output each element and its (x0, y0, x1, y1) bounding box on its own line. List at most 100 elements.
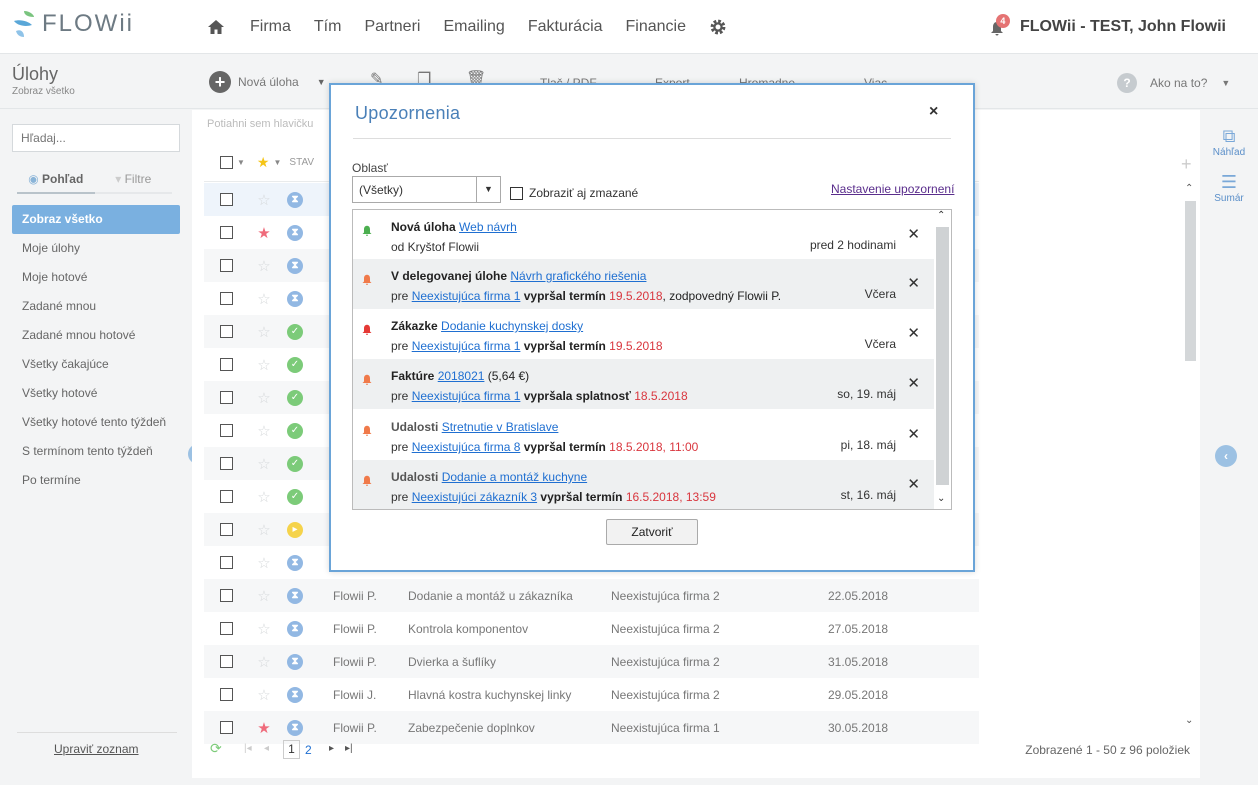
dismiss-icon[interactable]: ✕ (907, 274, 920, 292)
page-2[interactable]: 2 (305, 743, 312, 757)
scroll-up-icon[interactable]: ⌃ (937, 210, 945, 221)
notification-item[interactable]: Udalosti Stretnutie v Bratislave pre Neex… (353, 410, 934, 460)
row-checkbox[interactable] (220, 622, 233, 635)
page-1[interactable]: 1 (283, 740, 300, 759)
row-checkbox[interactable] (220, 226, 233, 239)
select-all-checkbox[interactable] (220, 156, 233, 169)
notification-link[interactable]: Návrh grafického riešenia (510, 269, 646, 283)
star-icon[interactable]: ☆ (257, 686, 271, 704)
area-select[interactable]: (Všetky) ▼ (352, 176, 501, 203)
row-checkbox[interactable] (220, 688, 233, 701)
dismiss-icon[interactable]: ✕ (907, 225, 920, 243)
dismiss-icon[interactable]: ✕ (907, 475, 920, 493)
row-checkbox[interactable] (220, 721, 233, 734)
star-icon[interactable]: ☆ (257, 620, 271, 638)
row-checkbox[interactable] (220, 292, 233, 305)
notification-item[interactable]: Zákazke Dodanie kuchynskej dosky pre Neex… (353, 309, 934, 359)
task-cell[interactable]: Dvierka a šuflíky (408, 655, 611, 669)
last-page-icon[interactable]: ▸| (345, 743, 353, 754)
prev-page-icon[interactable]: ◂ (264, 743, 269, 754)
dismiss-icon[interactable]: ✕ (907, 425, 920, 443)
star-filled-icon[interactable]: ★ (257, 224, 271, 242)
chevron-down-icon[interactable]: ▼ (317, 77, 326, 87)
sidebar-item-my-tasks[interactable]: Moje úlohy (12, 234, 180, 263)
notification-item[interactable]: Nová úloha Web návrh od Kryštof Flowii pre… (353, 210, 934, 260)
table-row[interactable]: ☆ ⧗ Flowii P. Dodanie a montáž u zákazníka N… (204, 579, 979, 612)
task-cell[interactable]: Zabezpečenie doplnkov (408, 721, 611, 735)
row-checkbox[interactable] (220, 424, 233, 437)
row-checkbox[interactable] (220, 193, 233, 206)
notification-link[interactable]: Stretnutie v Bratislave (442, 420, 559, 434)
next-page-icon[interactable]: ▸ (329, 743, 334, 754)
column-status[interactable]: STAV (289, 157, 314, 168)
search-input[interactable] (12, 124, 180, 152)
star-header-icon[interactable]: ★ (257, 154, 270, 171)
row-checkbox[interactable] (220, 655, 233, 668)
notification-item[interactable]: Udalosti Dodanie a montáž kuchyne pre Nee… (353, 460, 934, 509)
sidebar-item-overdue[interactable]: Po termíne (12, 466, 180, 495)
user-name[interactable]: FLOWii - TEST, John Flowii (1020, 18, 1226, 36)
sidebar-item-all[interactable]: Zobraz všetko (12, 205, 180, 234)
summary-button[interactable]: ☰ Sumár (1200, 172, 1258, 204)
scroll-up-icon[interactable]: ⌃ (1185, 183, 1193, 194)
chevron-down-icon[interactable]: ▼ (237, 158, 245, 167)
notification-company-link[interactable]: Neexistujúci zákazník 3 (412, 490, 537, 504)
notification-item[interactable]: Faktúre 2018021 (5,64 €) pre Neexistujúca… (353, 359, 934, 409)
sidebar-item-done-this-week[interactable]: Všetky hotové tento týždeň (12, 408, 180, 437)
notification-scrollbar[interactable]: ⌃ ⌄ (934, 210, 951, 509)
home-icon[interactable] (206, 17, 226, 37)
expand-right-panel-icon[interactable]: ‹ (1215, 445, 1237, 467)
star-icon[interactable]: ☆ (257, 191, 271, 209)
edit-list-link[interactable]: Upraviť zoznam (54, 742, 139, 756)
sidebar-item-due-this-week[interactable]: S termínom tento týždeň (12, 437, 180, 466)
star-icon[interactable]: ☆ (257, 422, 271, 440)
sidebar-item-my-done[interactable]: Moje hotové (12, 263, 180, 292)
nav-item-tim[interactable]: Tím (314, 18, 342, 36)
star-icon[interactable]: ☆ (257, 653, 271, 671)
gear-icon[interactable] (709, 18, 727, 36)
row-checkbox[interactable] (220, 325, 233, 338)
row-checkbox[interactable] (220, 490, 233, 503)
row-checkbox[interactable] (220, 358, 233, 371)
table-row[interactable]: ☆ ⧗ Flowii P. Dvierka a šuflíky Neexistujúca… (204, 645, 979, 678)
scroll-thumb[interactable] (1185, 201, 1196, 361)
scroll-down-icon[interactable]: ⌄ (1185, 715, 1193, 726)
task-cell[interactable]: Hlavná kostra kuchynskej linky (408, 688, 611, 702)
dismiss-icon[interactable]: ✕ (907, 374, 920, 392)
sidebar-item-all-done[interactable]: Všetky hotové (12, 379, 180, 408)
add-column-icon[interactable]: + (1181, 154, 1192, 175)
help-button[interactable]: ? Ako na to? ▼ (1117, 73, 1230, 93)
star-icon[interactable]: ☆ (257, 521, 271, 539)
sidebar-item-waiting[interactable]: Všetky čakajúce (12, 350, 180, 379)
row-checkbox[interactable] (220, 457, 233, 470)
notifications-bell[interactable]: 4 (990, 14, 1010, 36)
nav-item-partneri[interactable]: Partneri (364, 18, 420, 36)
star-filled-icon[interactable]: ★ (257, 719, 271, 737)
nav-item-financie[interactable]: Financie (626, 18, 686, 36)
notification-link[interactable]: 2018021 (438, 369, 485, 383)
row-checkbox[interactable] (220, 523, 233, 536)
table-row[interactable]: ☆ ⧗ Flowii J. Hlavná kostra kuchynskej link… (204, 678, 979, 711)
tab-view[interactable]: ◉ Pohľad (17, 172, 95, 194)
notification-settings-link[interactable]: Nastavenie upozornení (831, 182, 954, 196)
first-page-icon[interactable]: |◂ (244, 743, 252, 754)
row-checkbox[interactable] (220, 391, 233, 404)
tab-filter[interactable]: ▾ Filtre (94, 172, 172, 194)
scroll-down-icon[interactable]: ⌄ (937, 493, 945, 504)
chevron-down-icon[interactable]: ▼ (273, 158, 281, 167)
user-menu[interactable]: 4 FLOWii - TEST, John Flowii (990, 14, 1226, 36)
nav-item-firma[interactable]: Firma (250, 18, 291, 36)
table-row[interactable]: ☆ ⧗ Flowii P. Kontrola komponentov Neexistuj… (204, 612, 979, 645)
notification-company-link[interactable]: Neexistujúca firma 1 (412, 289, 521, 303)
task-cell[interactable]: Dodanie a montáž u zákazníka (408, 589, 611, 603)
notification-company-link[interactable]: Neexistujúca firma 8 (412, 440, 521, 454)
show-deleted-toggle[interactable]: Zobraziť aj zmazané (510, 186, 638, 200)
star-icon[interactable]: ☆ (257, 257, 271, 275)
star-icon[interactable]: ☆ (257, 323, 271, 341)
notification-company-link[interactable]: Neexistujúca firma 1 (412, 389, 521, 403)
notification-company-link[interactable]: Neexistujúca firma 1 (412, 339, 521, 353)
refresh-icon[interactable]: ⟳ (210, 740, 222, 757)
task-cell[interactable]: Kontrola komponentov (408, 622, 611, 636)
notification-link[interactable]: Web návrh (459, 220, 517, 234)
notification-item[interactable]: V delegovanej úlohe Návrh grafického rie… (353, 259, 934, 309)
